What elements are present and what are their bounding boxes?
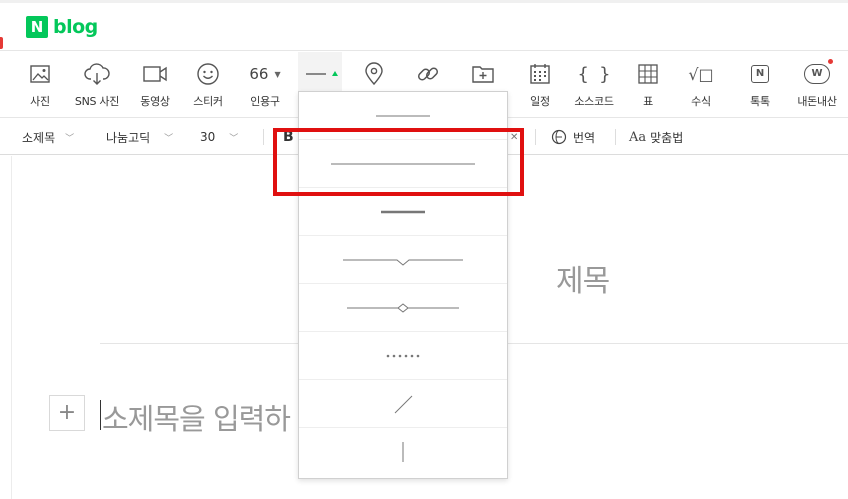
blog-header: N blog: [0, 3, 848, 51]
font-size-select[interactable]: 30 ﹀: [200, 119, 238, 155]
line-with-diamond-icon: [347, 303, 459, 313]
talktalk-label: 톡톡: [750, 95, 770, 108]
my-purchase-label: 내돈내산: [797, 95, 837, 108]
video-label: 동영상: [140, 95, 170, 108]
divider-option-vertical[interactable]: [299, 428, 507, 478]
smiley-icon: [196, 62, 220, 86]
folder-add-icon: [471, 62, 495, 86]
clear-format-icon[interactable]: ✕: [510, 119, 518, 155]
dotted-line-icon: [386, 354, 420, 358]
quote-icon: 66 ▼: [249, 65, 281, 83]
divider-option-diagonal[interactable]: [299, 380, 507, 428]
quote-button[interactable]: 66 ▼ 인용구: [240, 52, 290, 118]
sns-photo-button[interactable]: SNS 사진: [70, 52, 124, 118]
image-icon: [29, 62, 51, 86]
schedule-button[interactable]: 일정: [520, 52, 560, 118]
talktalk-icon: N: [751, 62, 769, 86]
quote-label: 인용구: [250, 95, 280, 108]
text-caret: [100, 400, 101, 430]
divider-option-dotted[interactable]: [299, 332, 507, 380]
divider-option-short-thin[interactable]: [299, 92, 507, 140]
source-code-label: 소스코드: [574, 95, 614, 108]
cloud-download-icon: [84, 62, 110, 86]
short-thin-line-icon: [376, 115, 430, 117]
photo-button[interactable]: 사진: [20, 52, 60, 118]
bold-button[interactable]: B: [283, 119, 294, 155]
calendar-icon: [529, 62, 551, 86]
vertical-line-icon: [402, 442, 404, 462]
talktalk-button[interactable]: N 톡톡: [740, 52, 780, 118]
format-separator: [535, 129, 536, 145]
schedule-label: 일정: [530, 95, 550, 108]
chevron-down-icon: ﹀: [164, 133, 174, 144]
short-thick-line-icon: [381, 210, 425, 214]
title-input[interactable]: 제목: [556, 256, 610, 300]
side-tab-indicator: [0, 37, 3, 49]
divider-style-dropdown: [298, 91, 508, 479]
naver-blog-logo[interactable]: N blog: [26, 16, 98, 38]
translate-icon: [551, 129, 567, 145]
divider-option-chevron[interactable]: [299, 236, 507, 284]
formula-label: 수식: [691, 95, 711, 108]
add-component-button[interactable]: +: [49, 395, 85, 431]
video-camera-icon: [142, 62, 168, 86]
sqrt-icon: √□: [688, 64, 714, 84]
line-with-chevron-icon: [343, 259, 463, 266]
editor-left-guide: [11, 156, 12, 499]
divider-option-short-thick[interactable]: [299, 188, 507, 236]
format-separator: [615, 129, 616, 145]
chevron-down-icon[interactable]: ▼: [274, 70, 280, 79]
divider-option-long-thin[interactable]: [299, 140, 507, 188]
photo-label: 사진: [30, 95, 50, 108]
sticker-label: 스티커: [193, 95, 223, 108]
spellcheck-icon: Aa: [629, 129, 647, 145]
braces-icon: { }: [577, 63, 611, 85]
w-circle-icon: W: [804, 59, 833, 86]
sns-photo-label: SNS 사진: [74, 95, 120, 108]
spellcheck-button[interactable]: Aa 맞춤법: [629, 119, 683, 155]
my-purchase-button[interactable]: W 내돈내산: [790, 52, 844, 118]
paragraph-style-select[interactable]: 소제목 ﹀: [22, 119, 74, 155]
divider-option-diamond[interactable]: [299, 284, 507, 332]
format-separator: [263, 129, 264, 145]
chevron-down-icon: ﹀: [65, 133, 75, 144]
notification-dot: [828, 59, 833, 64]
map-pin-icon: [363, 62, 385, 86]
font-family-select[interactable]: 나눔고딕 ﹀: [106, 119, 173, 155]
subtitle-input[interactable]: 소제목을 입력하: [102, 396, 291, 438]
logo-text: blog: [53, 16, 98, 38]
horizontal-line-icon: [302, 62, 338, 86]
translate-button[interactable]: 번역: [551, 119, 595, 155]
source-code-button[interactable]: { } 소스코드: [569, 52, 619, 118]
chevron-down-icon: ﹀: [229, 133, 239, 144]
long-thin-line-icon: [331, 163, 475, 165]
table-grid-icon: [637, 62, 659, 86]
formula-button[interactable]: √□ 수식: [680, 52, 722, 118]
link-icon: [416, 62, 440, 86]
diagonal-line-icon: [394, 395, 413, 414]
naver-n-logo-icon: N: [26, 16, 48, 38]
sticker-button[interactable]: 스티커: [186, 52, 230, 118]
table-button[interactable]: 표: [628, 52, 668, 118]
table-label: 표: [643, 95, 653, 108]
video-button[interactable]: 동영상: [133, 52, 177, 118]
